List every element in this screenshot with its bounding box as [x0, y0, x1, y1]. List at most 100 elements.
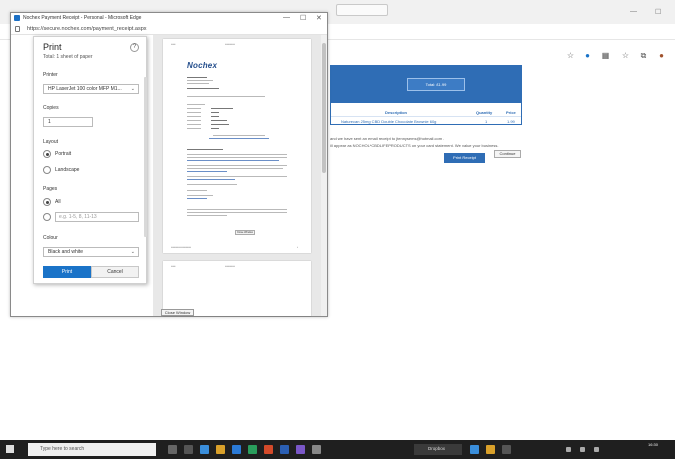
close-window-button[interactable]: Close Window [161, 309, 194, 316]
colour-label: Colour [43, 235, 58, 241]
word-icon[interactable] [280, 445, 289, 454]
text-line [187, 104, 205, 106]
pages-all-radio[interactable] [43, 198, 51, 206]
copies-label: Copies [43, 105, 59, 111]
card-statement-message: ill appear as NOCHOL*CBDLIFEPRODUCTS on … [330, 143, 499, 148]
sheet-count: Total: 1 sheet of paper [43, 54, 93, 60]
help-icon[interactable]: ? [130, 43, 139, 52]
text-line [187, 160, 279, 162]
windows-start-icon[interactable] [6, 445, 14, 453]
text-line [187, 88, 219, 90]
print-receipt-button[interactable]: Print Receipt [444, 153, 485, 163]
edge-taskbar-icon[interactable] [200, 445, 209, 454]
text-line [187, 108, 201, 110]
mail-icon[interactable] [232, 445, 241, 454]
excel-icon[interactable] [248, 445, 257, 454]
taskbar-app-icon[interactable] [502, 445, 511, 454]
settings-icon[interactable] [312, 445, 321, 454]
taskbar-search[interactable]: Type here to search [28, 443, 156, 456]
pages-custom-radio[interactable] [43, 213, 51, 221]
favorite-icon[interactable]: ☆ [566, 51, 575, 60]
portrait-label: Portrait [55, 151, 72, 157]
email-receipt-message: and we have sent an email receipt to jte… [330, 136, 445, 141]
powerpoint-icon[interactable] [264, 445, 273, 454]
text-line [187, 96, 265, 98]
dropbox-label: Dropbox [428, 446, 446, 451]
text-line [187, 176, 287, 178]
preview-scrollbar[interactable] [321, 35, 327, 316]
text-line [209, 138, 269, 140]
profile-avatar-icon[interactable]: ● [657, 51, 666, 60]
text-line [187, 184, 237, 186]
network-icon[interactable] [566, 447, 571, 452]
text-line [187, 124, 201, 126]
column-price: Price [506, 110, 516, 115]
dropbox-taskbar-item[interactable]: Dropbox [414, 444, 462, 455]
cortana-icon[interactable] [168, 445, 177, 454]
page-header-left: ▪▪▪▪▪ [171, 265, 176, 268]
text-line [187, 190, 207, 192]
printer-select[interactable]: HP LaserJet 100 color MFP M1... ⌄ [43, 84, 139, 94]
tab-actions-icon[interactable]: ▦ [601, 51, 610, 60]
text-line [187, 157, 287, 159]
page-header-left: ▪▪▪▪▪ [171, 43, 176, 46]
battery-icon[interactable] [594, 447, 599, 452]
text-line [187, 165, 287, 167]
text-line [187, 83, 209, 85]
task-view-icon[interactable] [184, 445, 193, 454]
nochex-logo: Nochex [187, 61, 218, 70]
preview-scroll-thumb[interactable] [322, 43, 326, 173]
layout-label: Layout [43, 139, 59, 145]
taskbar-search-placeholder: Type here to search [40, 446, 85, 452]
taskbar-app-icon[interactable] [470, 445, 479, 454]
pages-label: Pages [43, 186, 58, 192]
page-footer-url: ▪▪▪▪▪▪▪▪▪▪▪▪▪▪▪▪▪▪▪▪▪▪ [171, 246, 192, 249]
colour-select[interactable]: Black and white ⌄ [43, 247, 139, 257]
volume-icon[interactable] [580, 447, 585, 452]
printer-label: Printer [43, 72, 58, 78]
panel-scrollbar[interactable] [144, 77, 147, 237]
receipt-header: Total: £1.99 [331, 66, 521, 103]
print-settings-panel: Print Total: 1 sheet of paper ? Printer … [33, 36, 147, 284]
print-button[interactable]: Print [43, 266, 91, 278]
maximize-button[interactable]: ☐ [300, 14, 306, 22]
text-line [187, 171, 227, 173]
text-line [187, 212, 287, 214]
item-price: 1.99 [507, 119, 515, 124]
background-tab[interactable] [336, 4, 388, 16]
taskbar-app-icon[interactable] [486, 445, 495, 454]
text-line [211, 116, 219, 118]
text-line [211, 124, 229, 126]
collections-icon[interactable]: ⧉ [639, 51, 648, 60]
close-button[interactable]: ✕ [316, 14, 322, 22]
text-line [187, 116, 201, 118]
cancel-button[interactable]: Cancel [91, 266, 139, 278]
total-amount: Total: £1.99 [407, 78, 465, 91]
colour-value: Black and white [48, 249, 84, 255]
file-explorer-icon[interactable] [216, 445, 225, 454]
text-line [187, 215, 227, 217]
bg-minimize-icon[interactable]: — [630, 8, 637, 15]
window-title: Nochex Payment Receipt - Personal - Micr… [23, 15, 142, 21]
preview-page-1: ▪▪▪▪▪ ▪▪▪▪▪▪▪▪▪▪▪ Nochex Close Window ▪▪… [163, 39, 311, 253]
pages-range-input[interactable]: e.g. 1-5, 8, 11-13 [55, 212, 139, 222]
teams-icon[interactable] [296, 445, 305, 454]
favorites-bar-icon[interactable]: ☆ [621, 51, 630, 60]
bg-maximize-icon[interactable]: ☐ [655, 8, 661, 16]
minimize-button[interactable]: — [283, 14, 290, 21]
text-line [213, 135, 265, 137]
landscape-radio[interactable] [43, 166, 51, 174]
extension-icon[interactable]: ● [583, 51, 592, 60]
text-line [187, 198, 207, 200]
continue-button[interactable]: Continue [494, 150, 521, 158]
divider [331, 116, 521, 117]
url-text[interactable]: https://secure.nochex.com/payment_receip… [27, 26, 147, 32]
preview-page-2: ▪▪▪▪▪ ▪▪▪▪▪▪▪▪▪▪▪ [163, 261, 311, 316]
text-line [187, 179, 235, 181]
clock[interactable]: 16:30 [648, 442, 658, 447]
copies-input[interactable]: 1 [43, 117, 93, 127]
window-title-bar: Nochex Payment Receipt - Personal - Micr… [11, 13, 327, 24]
portrait-radio[interactable] [43, 150, 51, 158]
address-bar[interactable]: https://secure.nochex.com/payment_receip… [11, 24, 327, 35]
chevron-down-icon: ⌄ [130, 249, 135, 255]
